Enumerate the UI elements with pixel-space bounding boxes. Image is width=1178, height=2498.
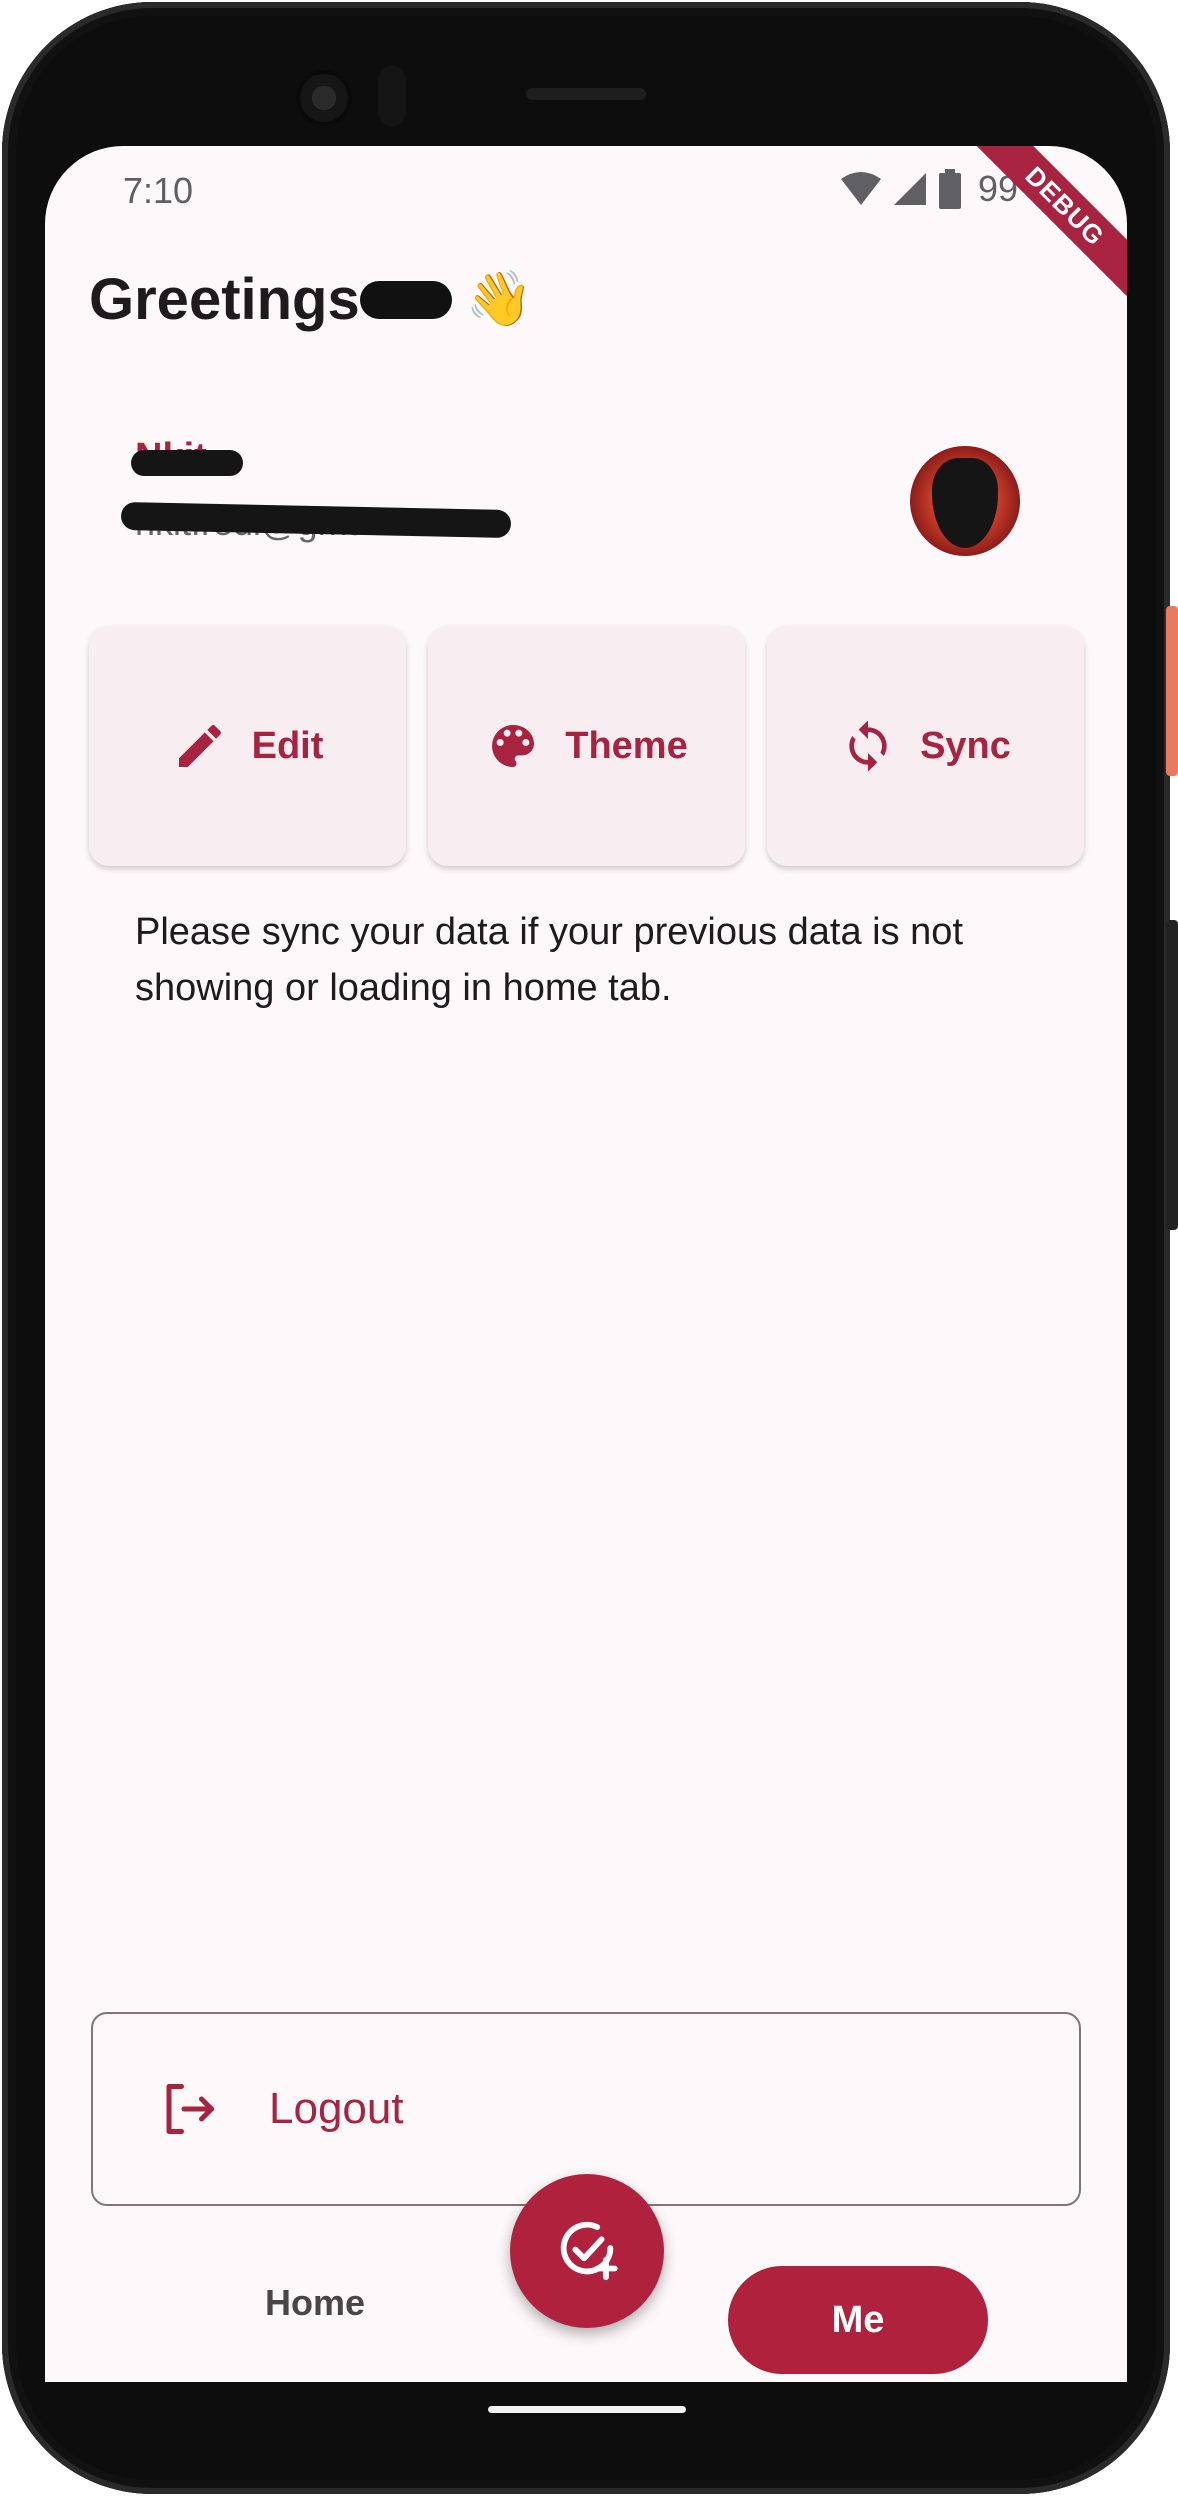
nav-home-tab[interactable]: Home (265, 2282, 365, 2324)
sync-label: Sync (920, 724, 1011, 767)
add-task-fab[interactable] (510, 2174, 664, 2328)
nav-me-label: Me (831, 2298, 885, 2341)
proximity-sensor (378, 66, 406, 126)
app-screen: 7:10 99 DEBUG Greetings 👋 Nkit nkitfredi… (45, 146, 1127, 2382)
avatar-redaction (932, 458, 998, 548)
name-redaction (131, 450, 243, 476)
edit-label: Edit (251, 724, 324, 767)
status-time: 7:10 (123, 170, 194, 211)
waving-hand-icon: 👋 (465, 269, 533, 329)
nav-me-tab[interactable]: Me (728, 2266, 988, 2374)
battery-icon (939, 169, 961, 209)
sync-icon (849, 720, 887, 772)
add-task-icon (560, 2221, 618, 2281)
front-camera (296, 70, 352, 126)
pencil-icon (178, 725, 221, 767)
wifi-icon (841, 172, 881, 205)
palette-icon (492, 725, 535, 767)
greeting-text: Greetings (89, 267, 360, 332)
earpiece-speaker (526, 88, 646, 100)
logout-icon (166, 2084, 214, 2134)
sync-button[interactable]: Sync (767, 626, 1084, 866)
action-row: Edit Theme Sync (89, 626, 1084, 866)
home-indicator (488, 2406, 686, 2413)
signal-icon (894, 173, 926, 205)
profile-name-block: Nkit (131, 436, 243, 479)
theme-label: Theme (565, 724, 688, 767)
profile-email-block: nkitfredi@gmail (120, 501, 512, 544)
greeting-header: Greetings 👋 (89, 266, 533, 333)
status-icons: 99 (840, 166, 1018, 212)
sync-note: Please sync your data if your previous d… (135, 911, 964, 1009)
power-button (1166, 606, 1178, 776)
avatar[interactable] (910, 446, 1020, 556)
volume-button (1166, 920, 1178, 1230)
edit-button[interactable]: Edit (89, 626, 406, 866)
redacted-name (359, 280, 452, 319)
theme-button[interactable]: Theme (428, 626, 745, 866)
logout-label: Logout (269, 2084, 404, 2133)
